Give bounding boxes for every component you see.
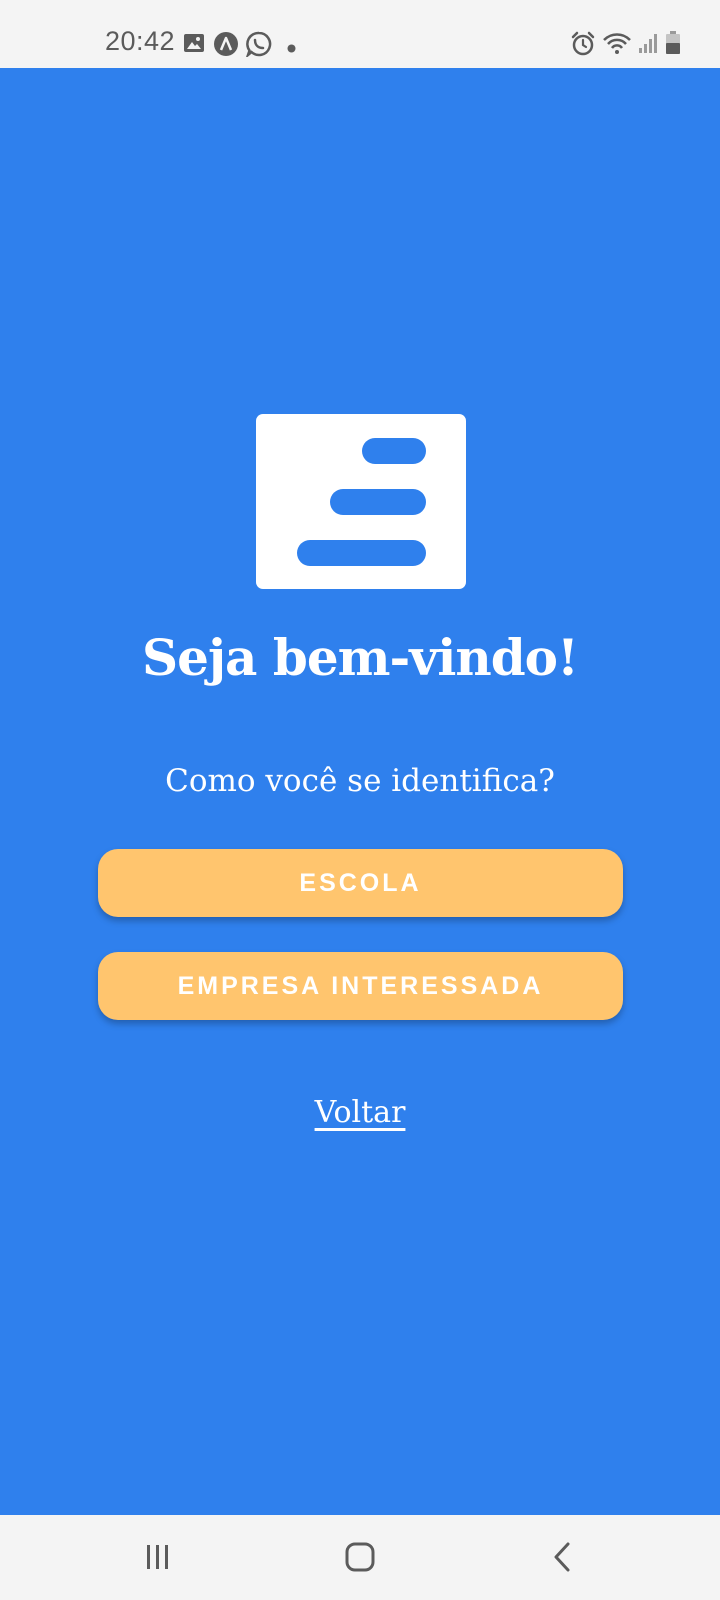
status-bar: 20:42	[0, 0, 720, 68]
navigation-bar	[0, 1515, 720, 1600]
logo-bar-medium	[330, 489, 426, 515]
signal-icon	[638, 32, 658, 59]
dot-icon	[287, 40, 296, 58]
whatsapp-icon	[245, 31, 272, 62]
alarm-icon	[570, 31, 596, 62]
logo-bar-long	[297, 540, 426, 566]
image-icon	[183, 33, 205, 58]
identify-question: Como você se identifica?	[165, 763, 555, 799]
app-notification-icon	[213, 31, 239, 62]
battery-icon	[665, 31, 681, 60]
status-time: 20:42	[105, 26, 176, 56]
welcome-screen: Seja bem-vindo! Como você se identifica?…	[0, 68, 720, 1515]
home-icon[interactable]	[315, 1527, 405, 1587]
wifi-icon	[602, 31, 632, 62]
document-lines-icon	[256, 414, 466, 589]
page-title: Seja bem-vindo!	[142, 628, 579, 687]
recent-apps-icon[interactable]	[113, 1527, 203, 1587]
voltar-link-container: Voltar	[0, 1095, 720, 1130]
empresa-interessada-button[interactable]: EMPRESA INTERESSADA	[98, 952, 623, 1020]
back-icon[interactable]	[517, 1527, 607, 1587]
escola-button[interactable]: ESCOLA	[98, 849, 623, 917]
voltar-link[interactable]: Voltar	[315, 1095, 406, 1130]
logo-bar-short	[362, 438, 426, 464]
